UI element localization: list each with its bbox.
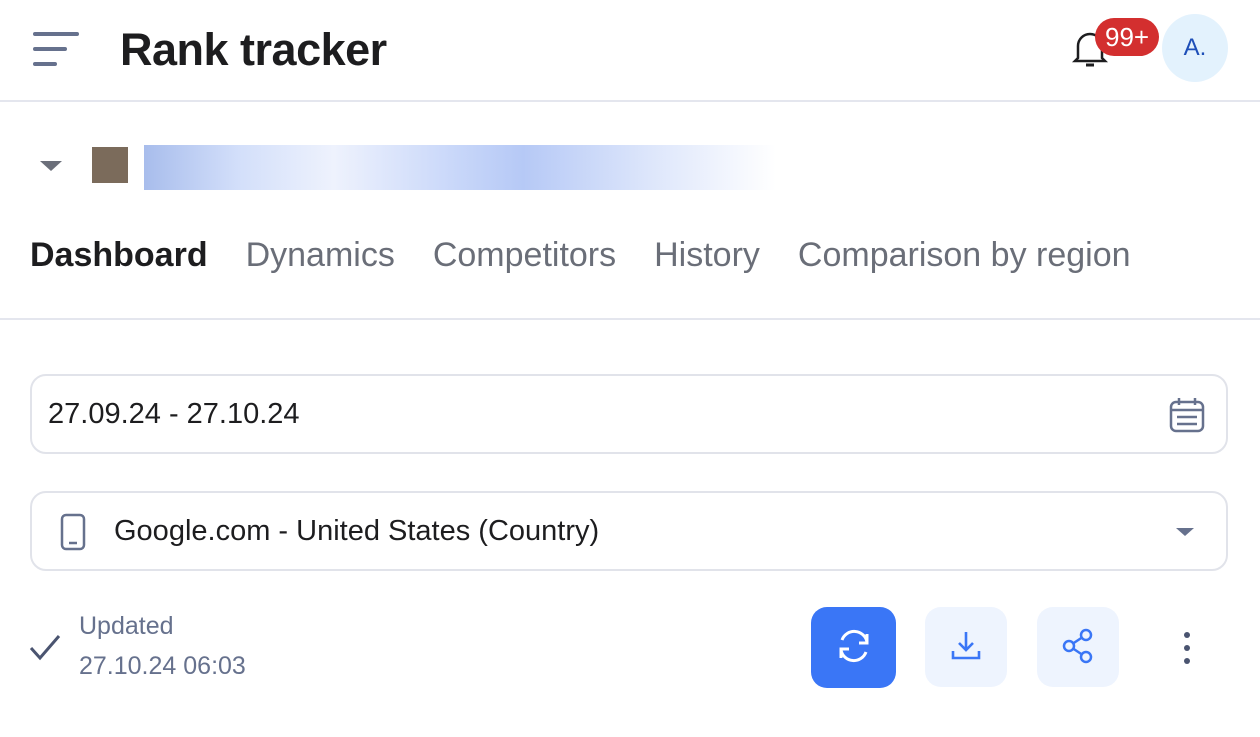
- page-title: Rank tracker: [120, 24, 387, 75]
- hamburger-icon[interactable]: [33, 32, 79, 66]
- refresh-button[interactable]: [811, 607, 896, 688]
- share-icon: [1062, 628, 1093, 663]
- notification-badge: 99+: [1095, 18, 1160, 56]
- chevron-down-icon: [1176, 528, 1194, 536]
- region-value: Google.com - United States (Country): [114, 515, 600, 547]
- tab-competitors[interactable]: Competitors: [433, 236, 616, 275]
- calendar-icon[interactable]: [1168, 396, 1206, 434]
- updated-label: Updated: [79, 612, 174, 640]
- project-name-blurred[interactable]: [144, 145, 776, 190]
- avatar[interactable]: A.: [1162, 14, 1228, 82]
- mobile-icon: [60, 513, 86, 551]
- divider: [0, 318, 1260, 320]
- more-vertical-icon[interactable]: [1180, 630, 1194, 666]
- project-favicon: [92, 147, 128, 183]
- tab-dashboard[interactable]: Dashboard: [30, 236, 208, 275]
- date-range-value: 27.09.24 - 27.10.24: [48, 398, 300, 430]
- download-icon: [951, 631, 981, 659]
- tab-comparison-by-region[interactable]: Comparison by region: [798, 236, 1131, 275]
- tab-bar: Dashboard Dynamics Competitors History C…: [30, 236, 1131, 275]
- check-icon: [29, 635, 61, 661]
- share-button[interactable]: [1037, 607, 1119, 687]
- app-header: Rank tracker 99+ A.: [0, 0, 1260, 102]
- date-range-picker[interactable]: 27.09.24 - 27.10.24: [30, 374, 1228, 454]
- tab-dynamics[interactable]: Dynamics: [246, 236, 395, 275]
- chevron-down-icon[interactable]: [40, 161, 62, 171]
- refresh-icon: [839, 629, 868, 663]
- tab-history[interactable]: History: [654, 236, 760, 275]
- download-button[interactable]: [925, 607, 1007, 687]
- region-select[interactable]: Google.com - United States (Country): [30, 491, 1228, 571]
- updated-time: 27.10.24 06:03: [79, 652, 246, 680]
